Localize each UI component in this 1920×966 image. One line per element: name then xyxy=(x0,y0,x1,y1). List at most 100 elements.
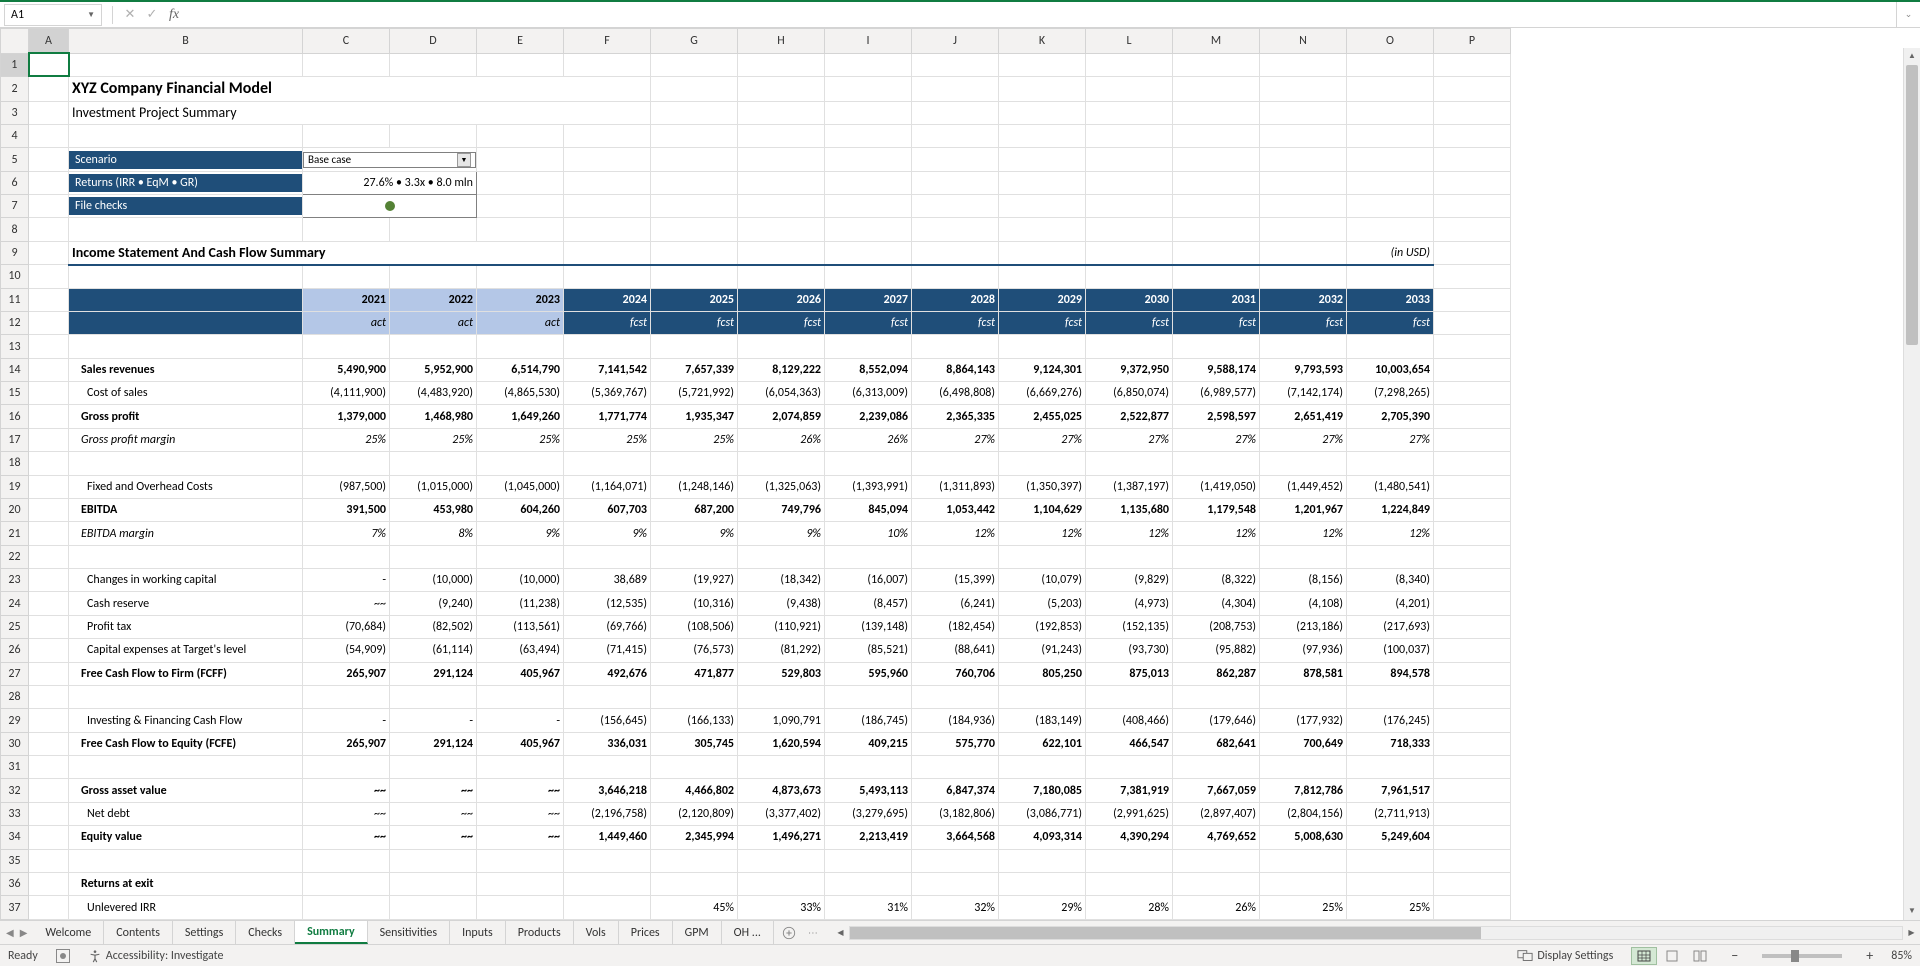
data-cell[interactable]: (177,932) xyxy=(1260,709,1347,732)
data-cell[interactable]: (4,865,530) xyxy=(477,382,564,405)
data-cell[interactable] xyxy=(1173,872,1260,895)
data-cell[interactable]: 805,250 xyxy=(999,662,1086,685)
data-cell[interactable]: - xyxy=(303,569,390,592)
data-cell[interactable]: (82,502) xyxy=(390,615,477,638)
data-cell[interactable]: 1,053,442 xyxy=(912,498,999,521)
sheet-tab-contents[interactable]: Contents xyxy=(104,921,173,944)
data-cell[interactable]: 453,980 xyxy=(390,498,477,521)
data-cell[interactable]: 12% xyxy=(1173,522,1260,545)
data-cell[interactable]: 25% xyxy=(390,428,477,451)
row-header-1[interactable]: 1 xyxy=(1,53,29,76)
data-cell[interactable]: 471,877 xyxy=(651,662,738,685)
data-cell[interactable]: 1,496,271 xyxy=(738,826,825,849)
col-header-H[interactable]: H xyxy=(738,29,825,54)
data-cell[interactable]: (95,882) xyxy=(1173,639,1260,662)
data-cell[interactable]: 604,260 xyxy=(477,498,564,521)
title-cell[interactable]: XYZ Company Financial Model xyxy=(69,76,651,101)
data-cell[interactable]: 26% xyxy=(825,428,912,451)
row-header-22[interactable]: 22 xyxy=(1,545,29,568)
data-cell[interactable] xyxy=(477,896,564,920)
view-page-layout-button[interactable] xyxy=(1659,947,1685,965)
data-cell[interactable]: 32% xyxy=(912,896,999,920)
data-cell[interactable]: 391,500 xyxy=(303,498,390,521)
data-cell[interactable]: (183,149) xyxy=(999,709,1086,732)
data-cell[interactable]: 7,180,085 xyxy=(999,779,1086,802)
data-cell[interactable]: (166,133) xyxy=(651,709,738,732)
data-cell[interactable]: 9% xyxy=(651,522,738,545)
row-header-2[interactable]: 2 xyxy=(1,76,29,101)
row-header-25[interactable]: 25 xyxy=(1,615,29,638)
row-header-9[interactable]: 9 xyxy=(1,241,29,264)
data-cell[interactable]: ~~ xyxy=(477,826,564,849)
data-cell[interactable] xyxy=(564,872,651,895)
data-cell[interactable]: 7% xyxy=(303,522,390,545)
col-header-M[interactable]: M xyxy=(1173,29,1260,54)
data-cell[interactable]: ~~ xyxy=(477,779,564,802)
row-header-12[interactable]: 12 xyxy=(1,311,29,334)
data-cell[interactable]: 29% xyxy=(999,896,1086,920)
dropdown-arrow-icon[interactable]: ▼ xyxy=(457,153,471,167)
data-cell[interactable]: 760,706 xyxy=(912,662,999,685)
col-header-E[interactable]: E xyxy=(477,29,564,54)
data-cell[interactable]: (208,753) xyxy=(1173,615,1260,638)
data-cell[interactable] xyxy=(1260,872,1347,895)
data-cell[interactable]: 7,141,542 xyxy=(564,358,651,381)
data-cell[interactable]: (1,015,000) xyxy=(390,475,477,498)
data-cell[interactable]: 10,003,654 xyxy=(1347,358,1434,381)
row-header-26[interactable]: 26 xyxy=(1,639,29,662)
col-header-O[interactable]: O xyxy=(1347,29,1434,54)
data-cell[interactable]: 336,031 xyxy=(564,732,651,755)
data-cell[interactable]: (2,711,913) xyxy=(1347,802,1434,825)
col-header-I[interactable]: I xyxy=(825,29,912,54)
data-cell[interactable]: ~~ xyxy=(303,802,390,825)
data-cell[interactable]: (12,535) xyxy=(564,592,651,615)
spreadsheet-grid[interactable]: ABCDEFGHIJKLMNOP12XYZ Company Financial … xyxy=(0,28,1920,920)
row-header-14[interactable]: 14 xyxy=(1,358,29,381)
data-cell[interactable]: 305,745 xyxy=(651,732,738,755)
label-cell[interactable]: Returns (IRR • EqM • GR) xyxy=(69,171,303,194)
data-cell[interactable]: 3,664,568 xyxy=(912,826,999,849)
data-cell[interactable]: (2,196,758) xyxy=(564,802,651,825)
data-cell[interactable]: ~~ xyxy=(390,826,477,849)
data-cell[interactable] xyxy=(912,872,999,895)
data-cell[interactable]: 682,641 xyxy=(1173,732,1260,755)
data-cell[interactable]: 5,493,113 xyxy=(825,779,912,802)
name-box-dropdown-icon[interactable]: ▼ xyxy=(87,10,95,20)
sheet-tab-vols[interactable]: Vols xyxy=(574,921,619,944)
sheet-tab-prices[interactable]: Prices xyxy=(619,921,673,944)
data-cell[interactable]: (408,466) xyxy=(1086,709,1173,732)
data-cell[interactable] xyxy=(651,872,738,895)
data-cell[interactable]: (4,304) xyxy=(1173,592,1260,615)
data-cell[interactable]: (113,561) xyxy=(477,615,564,638)
data-cell[interactable]: (987,500) xyxy=(303,475,390,498)
col-header-G[interactable]: G xyxy=(651,29,738,54)
data-cell[interactable]: ~~ xyxy=(303,779,390,802)
data-cell[interactable]: 265,907 xyxy=(303,662,390,685)
data-cell[interactable]: (6,498,808) xyxy=(912,382,999,405)
zoom-slider[interactable] xyxy=(1762,954,1842,958)
fx-icon[interactable]: fx xyxy=(163,7,185,23)
expand-formula-icon[interactable]: ⌄ xyxy=(1896,2,1920,27)
data-cell[interactable]: (7,298,265) xyxy=(1347,382,1434,405)
data-cell[interactable]: 8,552,094 xyxy=(825,358,912,381)
data-cell[interactable]: (4,108) xyxy=(1260,592,1347,615)
data-cell[interactable]: (184,936) xyxy=(912,709,999,732)
data-cell[interactable]: (6,989,577) xyxy=(1173,382,1260,405)
data-cell[interactable]: (156,645) xyxy=(564,709,651,732)
row-header-5[interactable]: 5 xyxy=(1,148,29,171)
data-cell[interactable] xyxy=(1347,872,1434,895)
sheet-tab-products[interactable]: Products xyxy=(506,921,574,944)
row-header-19[interactable]: 19 xyxy=(1,475,29,498)
tab-menu-icon[interactable]: ⋯ xyxy=(804,926,822,939)
data-cell[interactable]: (54,909) xyxy=(303,639,390,662)
data-cell[interactable]: 27% xyxy=(1347,428,1434,451)
data-cell[interactable]: (110,921) xyxy=(738,615,825,638)
data-cell[interactable]: 4,769,652 xyxy=(1173,826,1260,849)
data-cell[interactable]: 607,703 xyxy=(564,498,651,521)
data-cell[interactable]: 1,090,791 xyxy=(738,709,825,732)
data-cell[interactable]: 9,124,301 xyxy=(999,358,1086,381)
data-cell[interactable]: 1,104,629 xyxy=(999,498,1086,521)
title-cell[interactable]: Investment Project Summary xyxy=(69,101,651,124)
data-cell[interactable]: ~~ xyxy=(390,779,477,802)
data-cell[interactable]: (192,853) xyxy=(999,615,1086,638)
